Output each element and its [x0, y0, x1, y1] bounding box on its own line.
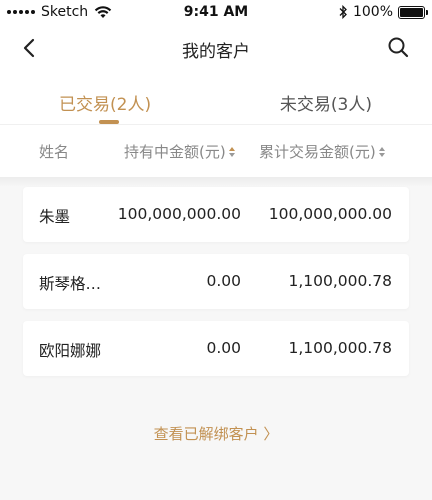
column-name: 姓名 [39, 141, 69, 162]
search-icon[interactable] [386, 35, 410, 59]
tab-active-indicator [99, 120, 119, 124]
column-total-label: 累计交易金额(元) [259, 143, 376, 161]
customer-name: 欧阳娜娜 [39, 342, 102, 360]
header-divider [0, 177, 432, 187]
battery-icon [398, 5, 428, 19]
customer-row[interactable]: 欧阳娜娜 0.00 1,100,000.78 [23, 321, 409, 376]
customer-total: 100,000,000.00 [268, 205, 392, 223]
tab-traded[interactable]: 已交易(2人) [59, 90, 151, 115]
status-right: 100% [338, 4, 428, 20]
customer-name: 朱墨 [39, 208, 71, 226]
customer-name: 斯琴格… [39, 275, 102, 293]
view-unbound-customers-link[interactable]: 查看已解绑客户 〉 [0, 423, 432, 444]
bluetooth-icon [339, 5, 347, 19]
customer-total: 1,100,000.78 [288, 339, 392, 357]
column-header: 姓名 持有中金额(元) 累计交易金额(元) [0, 125, 432, 177]
sort-icon [228, 146, 235, 157]
tab-bar: 已交易(2人) 未交易(3人) [0, 70, 432, 125]
column-name-label: 姓名 [39, 143, 70, 161]
sort-icon [378, 146, 385, 157]
battery-percent: 100% [352, 4, 393, 20]
status-bar: Sketch 9:41 AM 100% [0, 0, 432, 26]
sort-holding-button[interactable]: 持有中金额(元) [124, 141, 235, 162]
column-holding-label: 持有中金额(元) [124, 143, 226, 161]
nav-bar: 我的客户 [0, 26, 432, 70]
page-title: 我的客户 [182, 42, 250, 62]
customer-holding: 0.00 [206, 339, 241, 357]
customer-holding: 100,000,000.00 [117, 205, 241, 223]
customer-row[interactable]: 斯琴格… 0.00 1,100,000.78 [23, 254, 409, 309]
sort-total-button[interactable]: 累计交易金额(元) [259, 141, 385, 162]
customer-holding: 0.00 [206, 272, 241, 290]
customer-row[interactable]: 朱墨 100,000,000.00 100,000,000.00 [23, 187, 409, 242]
tab-not-traded[interactable]: 未交易(3人) [280, 90, 372, 115]
customer-total: 1,100,000.78 [288, 272, 392, 290]
